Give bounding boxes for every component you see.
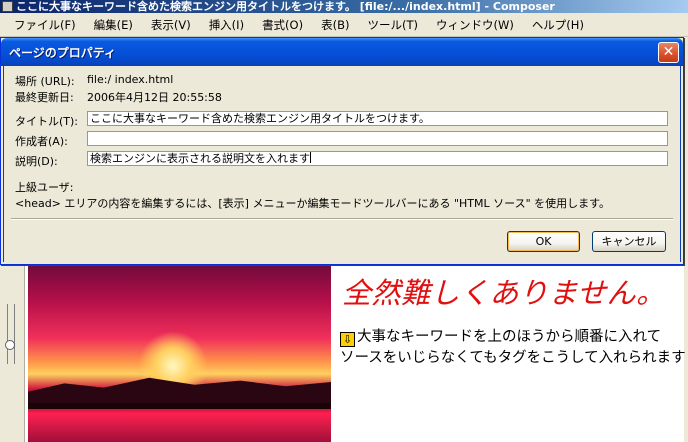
advanced-user-label: 上級ユーザ: [15,181,74,194]
down-arrow-icon: ⇩ [340,332,355,347]
text-caret [310,152,311,163]
menu-edit[interactable]: 編集(E) [84,13,141,37]
author-input[interactable] [87,131,668,146]
description-input[interactable]: 検索エンジンに表示される説明文を入れます [87,151,668,166]
document-heading: 全然難しくありません。 [342,276,666,310]
menu-window[interactable]: ウィンドウ(W) [426,13,522,37]
last-modified-value: 2006年4月12日 20:55:58 [87,91,222,104]
composer-app-icon [2,1,13,12]
dialog-title-bar[interactable]: ページのプロパティ ✕ [1,38,683,66]
description-input-text: 検索エンジンに表示される説明文を入れます [90,152,310,165]
menu-file[interactable]: ファイル(F) [4,13,84,37]
close-icon: ✕ [662,44,675,60]
dialog-separator [11,218,673,220]
location-label: 場所 (URL): [15,75,75,88]
menu-bar: ファイル(F) 編集(E) 表示(V) 挿入(I) 書式(O) 表(B) ツール… [0,13,688,37]
menu-insert[interactable]: 挿入(I) [199,13,252,37]
title-input[interactable]: ここに大事なキーワード含めた検索エンジン用タイトルをつけます。 [87,111,668,126]
author-label: 作成者(A): [15,135,68,148]
ok-button[interactable]: OK [507,231,580,252]
cancel-button[interactable]: キャンセル [592,231,666,252]
menu-table[interactable]: 表(B) [311,13,357,37]
editor-right-edge [684,37,688,442]
app-window-title: ここに大事なキーワード含めた検索エンジン用タイトルをつけます。 [file:/.… [16,0,555,13]
menu-tools[interactable]: ツール(T) [357,13,426,37]
sunset-image [28,263,331,442]
dialog-title: ページのプロパティ [9,46,117,60]
title-label: タイトル(T): [15,115,79,128]
document-line-1-text: 大事なキーワードを上のほうから順番に入れて [357,329,662,345]
gutter-marker-icon [5,304,15,364]
menu-format[interactable]: 書式(O) [252,13,311,37]
document-text-line-2: ソースをいじらなくてもタグをこうして入れられます [340,350,686,366]
sunset-shoreline [28,403,331,409]
advanced-user-help-text: <head> エリアの内容を編集するには、[表示] メニューか編集モードツールバ… [15,197,611,210]
location-value: file:/ index.html [87,73,174,86]
title-input-text: ここに大事なキーワード含めた検索エンジン用タイトルをつけます。 [90,112,430,125]
description-label: 説明(D): [15,155,58,168]
close-button[interactable]: ✕ [658,42,679,63]
document-text-line-1: ⇩ 大事なキーワードを上のほうから順番に入れて [340,325,686,347]
app-title-bar: ここに大事なキーワード含めた検索エンジン用タイトルをつけます。 [file:/.… [0,0,688,13]
page-properties-dialog: ページのプロパティ ✕ 場所 (URL): file:/ index.html … [0,37,684,265]
menu-view[interactable]: 表示(V) [141,13,199,37]
menu-help[interactable]: ヘルプ(H) [522,13,592,37]
last-modified-label: 最終更新日: [15,91,74,104]
